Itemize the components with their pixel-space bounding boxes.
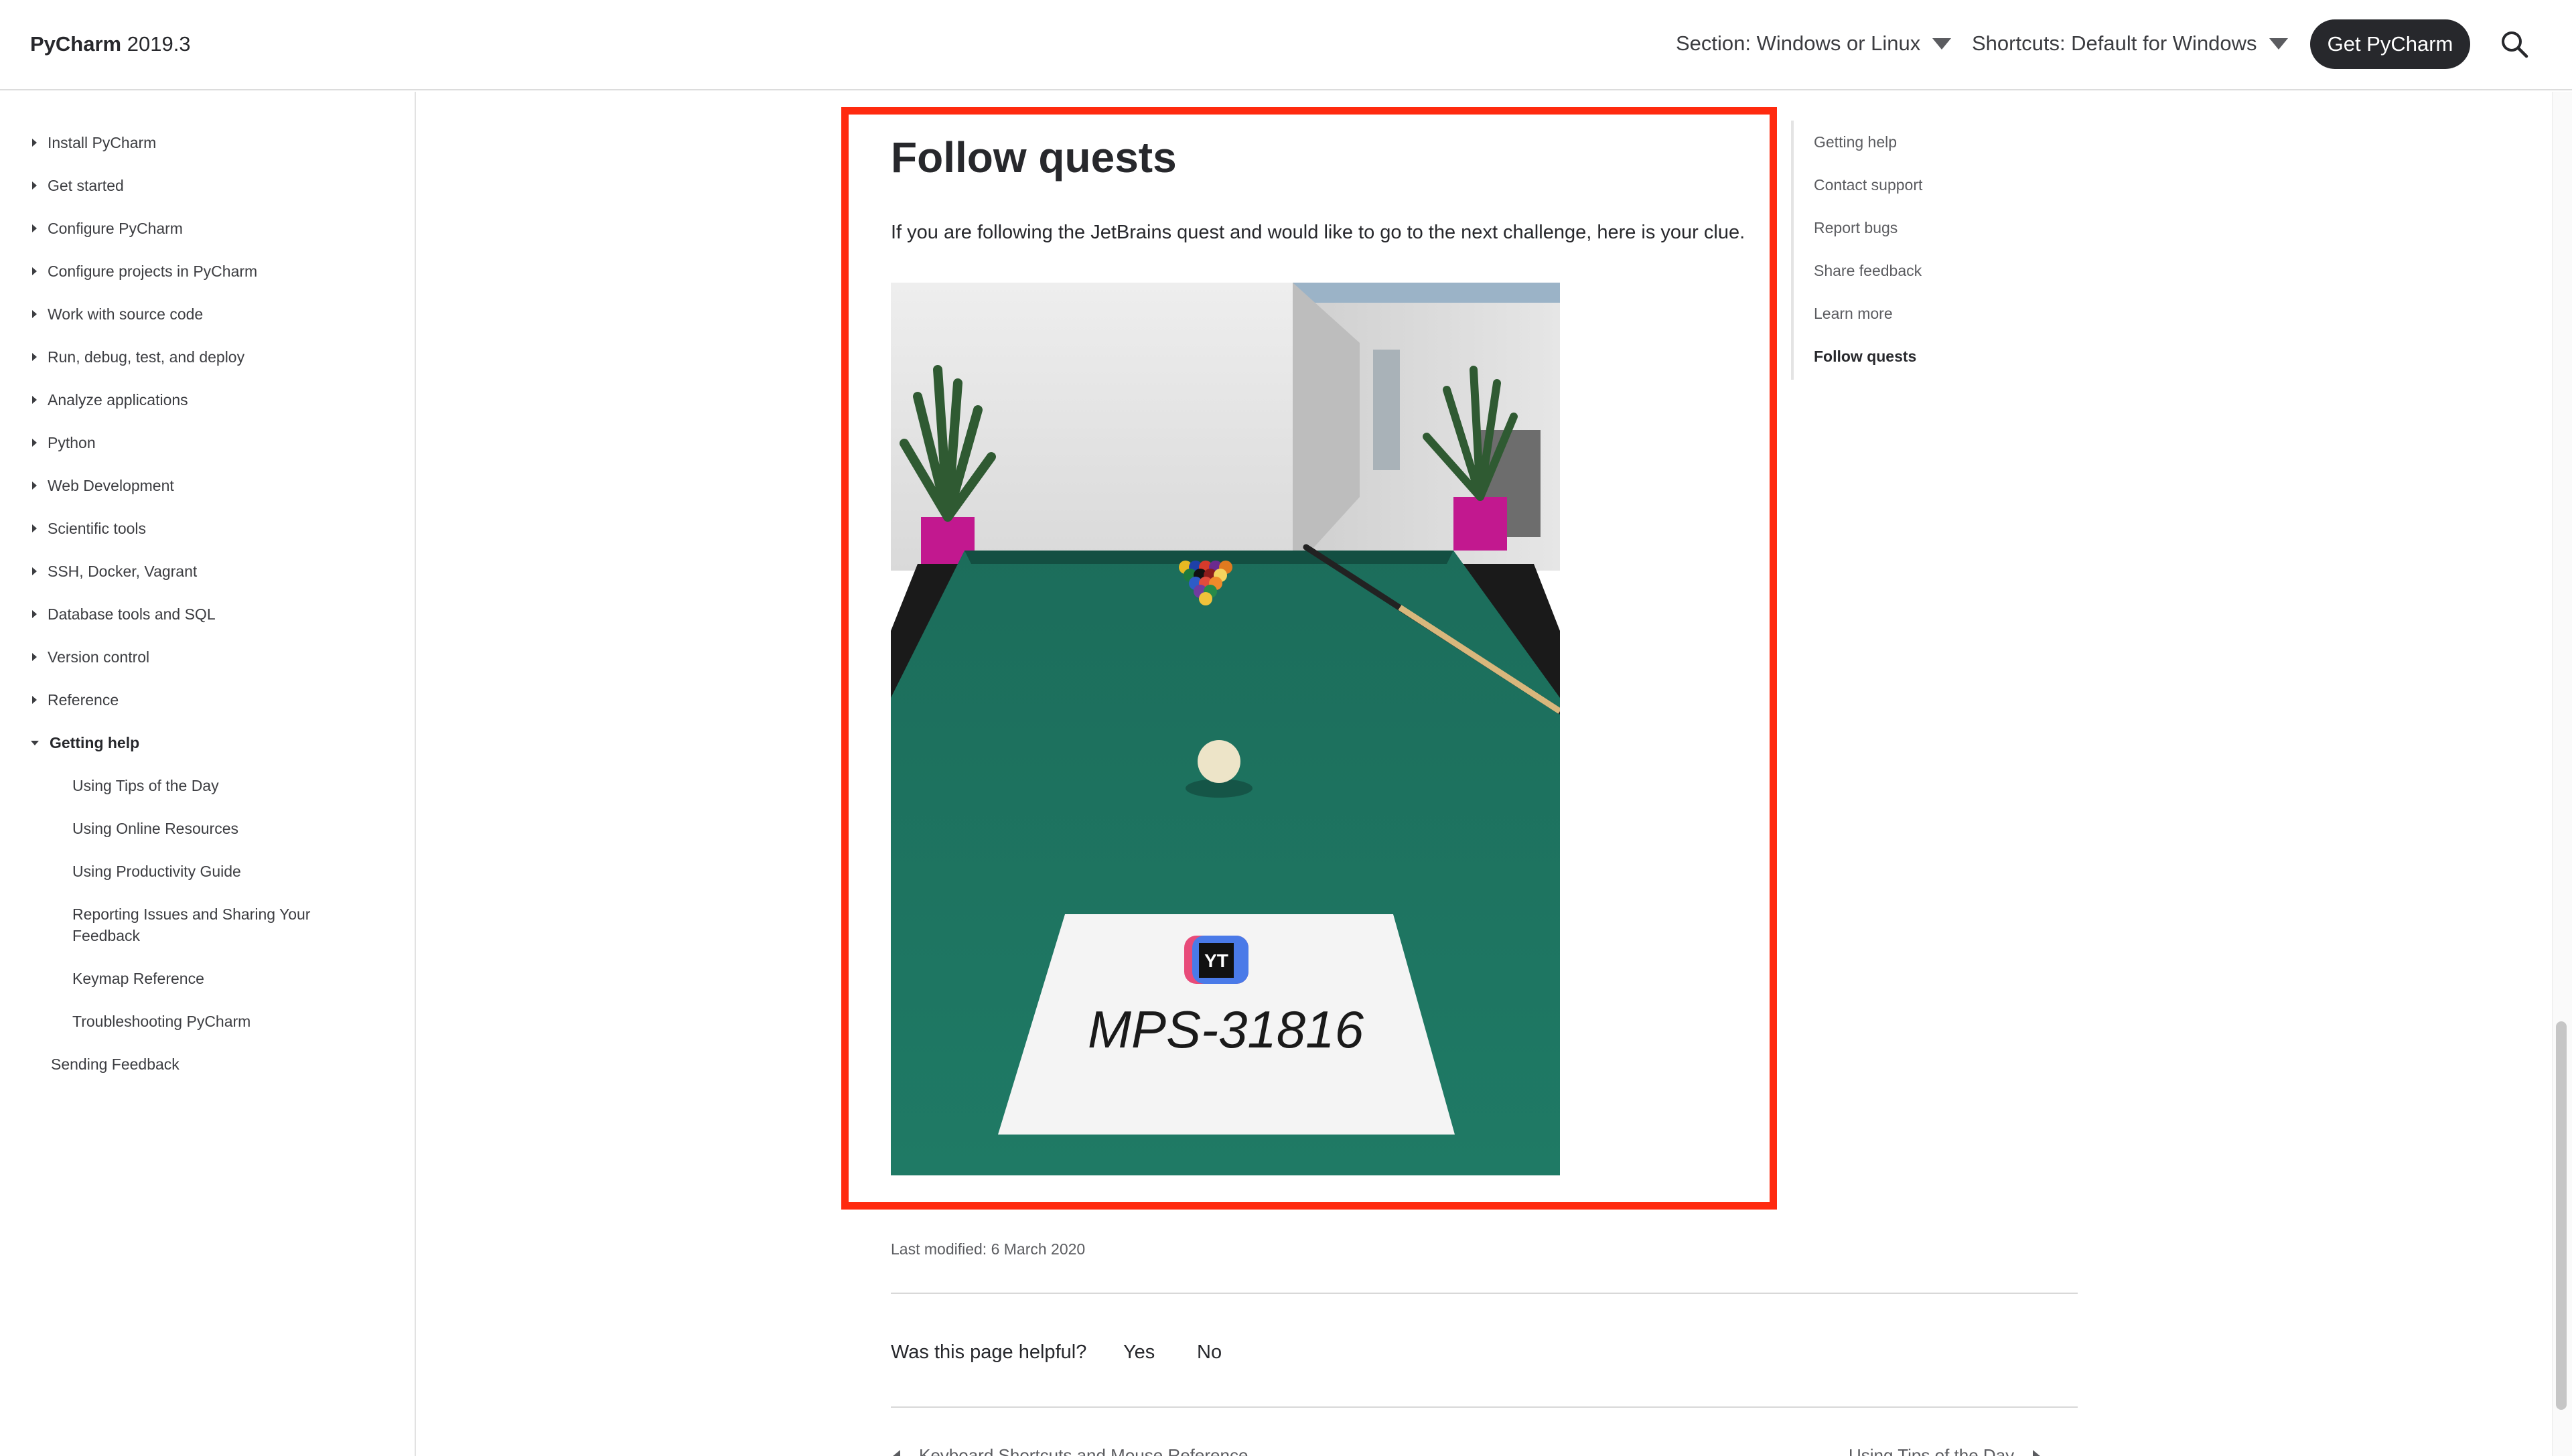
sidebar-subitem-productivity[interactable]: Using Productivity Guide	[72, 861, 340, 882]
next-page-link[interactable]: Using Tips of the Day	[1849, 1445, 2042, 1456]
chevron-left-icon	[892, 1450, 900, 1456]
divider	[891, 1406, 2078, 1408]
expand-arrow-icon	[32, 610, 37, 618]
sidebar-item-ssh-docker[interactable]: SSH, Docker, Vagrant	[32, 561, 197, 582]
prev-page-label: Keyboard Shortcuts and Mouse Reference	[919, 1445, 1248, 1456]
top-header: PyCharm 2019.3 Section: Windows or Linux…	[0, 0, 2572, 90]
toc-item-report-bugs[interactable]: Report bugs	[1814, 219, 1898, 237]
sidebar-item-label: Run, debug, test, and deploy	[48, 348, 245, 366]
sidebar-item-configure-projects[interactable]: Configure projects in PyCharm	[32, 261, 257, 282]
sidebar-item-analyze[interactable]: Analyze applications	[32, 389, 188, 411]
shortcuts-select[interactable]: Shortcuts: Default for Windows	[1972, 31, 2288, 56]
toc-item-getting-help[interactable]: Getting help	[1814, 133, 1897, 151]
toc-item-follow-quests[interactable]: Follow quests	[1814, 348, 1916, 366]
sidebar-item-run-debug[interactable]: Run, debug, test, and deploy	[32, 346, 244, 368]
sidebar-item-label: Getting help	[50, 734, 140, 751]
pool-table-illustration: YT MPS-31816	[891, 283, 1560, 1175]
sidebar-item-label: Configure PyCharm	[48, 220, 183, 237]
expand-arrow-icon	[32, 439, 37, 447]
sidebar-item-reference[interactable]: Reference	[32, 689, 119, 711]
sidebar-item-scientific[interactable]: Scientific tools	[32, 518, 146, 539]
expand-arrow-icon	[32, 139, 37, 147]
toc-item-share-feedback[interactable]: Share feedback	[1814, 262, 1922, 280]
helpful-question: Was this page helpful?	[891, 1341, 1087, 1363]
expand-arrow-icon	[32, 353, 37, 361]
intro-paragraph: If you are following the JetBrains quest…	[891, 222, 1745, 243]
sidebar-item-label: SSH, Docker, Vagrant	[48, 563, 198, 580]
expand-arrow-icon	[32, 524, 37, 532]
product-brand[interactable]: PyCharm 2019.3	[30, 32, 191, 56]
sidebar-item-source-code[interactable]: Work with source code	[32, 303, 203, 325]
sidebar-item-vcs[interactable]: Version control	[32, 646, 149, 668]
sidebar-item-label: Analyze applications	[48, 391, 188, 409]
last-modified: Last modified: 6 March 2020	[891, 1240, 1086, 1258]
sidebar-item-python[interactable]: Python	[32, 432, 96, 453]
expand-arrow-icon	[32, 482, 37, 490]
section-select[interactable]: Section: Windows or Linux	[1676, 31, 1952, 56]
section-select-label: Section: Windows or Linux	[1676, 31, 1921, 55]
expand-arrow-icon	[32, 396, 37, 404]
shortcuts-select-label: Shortcuts: Default for Windows	[1972, 31, 2257, 55]
expand-arrow-icon	[32, 267, 37, 275]
sidebar-subitem-troubleshooting[interactable]: Troubleshooting PyCharm	[72, 1011, 340, 1032]
sidebar-subitem-online-resources[interactable]: Using Online Resources	[72, 818, 340, 839]
search-icon[interactable]	[2500, 29, 2529, 59]
toc-item-learn-more[interactable]: Learn more	[1814, 305, 1893, 323]
chevron-right-icon	[2033, 1450, 2042, 1456]
youtrack-logo: YT	[1184, 936, 1248, 984]
sidebar-item-sending-feedback[interactable]: Sending Feedback	[51, 1053, 319, 1075]
expand-arrow-icon	[32, 696, 37, 704]
toc-item-contact-support[interactable]: Contact support	[1814, 176, 1922, 194]
scrollbar-thumb[interactable]	[2556, 1021, 2567, 1410]
expand-arrow-icon	[32, 567, 37, 575]
chevron-down-icon	[1932, 38, 1952, 50]
next-page-label: Using Tips of the Day	[1849, 1445, 2015, 1456]
product-name: PyCharm	[30, 32, 122, 56]
sidebar-subitem-tips[interactable]: Using Tips of the Day	[72, 775, 340, 796]
helpful-no-button[interactable]: No	[1197, 1341, 1222, 1364]
helpful-yes-button[interactable]: Yes	[1123, 1341, 1155, 1364]
sidebar-item-configure[interactable]: Configure PyCharm	[32, 218, 183, 239]
sidebar-item-label: Configure projects in PyCharm	[48, 263, 258, 280]
prev-page-link[interactable]: Keyboard Shortcuts and Mouse Reference	[892, 1445, 1248, 1456]
expand-arrow-icon	[32, 224, 37, 232]
sidebar-subitem-reporting-issues[interactable]: Reporting Issues and Sharing Your Feedba…	[72, 903, 340, 946]
sidebar-item-database[interactable]: Database tools and SQL	[32, 603, 216, 625]
expand-arrow-icon	[32, 653, 37, 661]
page-title: Follow quests	[891, 133, 1177, 181]
sidebar-subitem-keymap[interactable]: Keymap Reference	[72, 968, 340, 989]
sidebar-item-label: Python	[48, 434, 96, 451]
product-version: 2019.3	[127, 32, 191, 56]
sidebar-item-label: Install PyCharm	[48, 134, 157, 151]
sidebar-item-label: Scientific tools	[48, 520, 147, 537]
expand-arrow-icon	[32, 310, 37, 318]
toc-rail	[1791, 121, 1794, 380]
sidebar-item-getting-help[interactable]: Getting help	[31, 732, 139, 753]
divider	[891, 1293, 2078, 1294]
sidebar-item-web-dev[interactable]: Web Development	[32, 475, 174, 496]
expand-arrow-icon	[32, 181, 37, 190]
left-sidebar: Install PyCharm Get started Configure Py…	[0, 92, 416, 1456]
clue-code: MPS-31816	[1088, 1000, 1364, 1059]
chevron-down-icon	[2269, 38, 2288, 50]
sidebar-item-install[interactable]: Install PyCharm	[32, 132, 156, 153]
youtrack-logo-text: YT	[1204, 950, 1228, 971]
sidebar-item-label: Web Development	[48, 477, 174, 494]
collapse-arrow-icon	[31, 741, 39, 745]
sidebar-item-label: Work with source code	[48, 305, 204, 323]
sidebar-item-label: Version control	[48, 648, 150, 666]
get-pycharm-button[interactable]: Get PyCharm	[2310, 19, 2470, 69]
sidebar-item-label: Reference	[48, 691, 119, 709]
sidebar-item-label: Get started	[48, 177, 124, 194]
sidebar-item-get-started[interactable]: Get started	[32, 175, 124, 196]
sidebar-item-label: Database tools and SQL	[48, 605, 216, 623]
quest-clue-photo: YT MPS-31816	[891, 283, 1560, 1175]
